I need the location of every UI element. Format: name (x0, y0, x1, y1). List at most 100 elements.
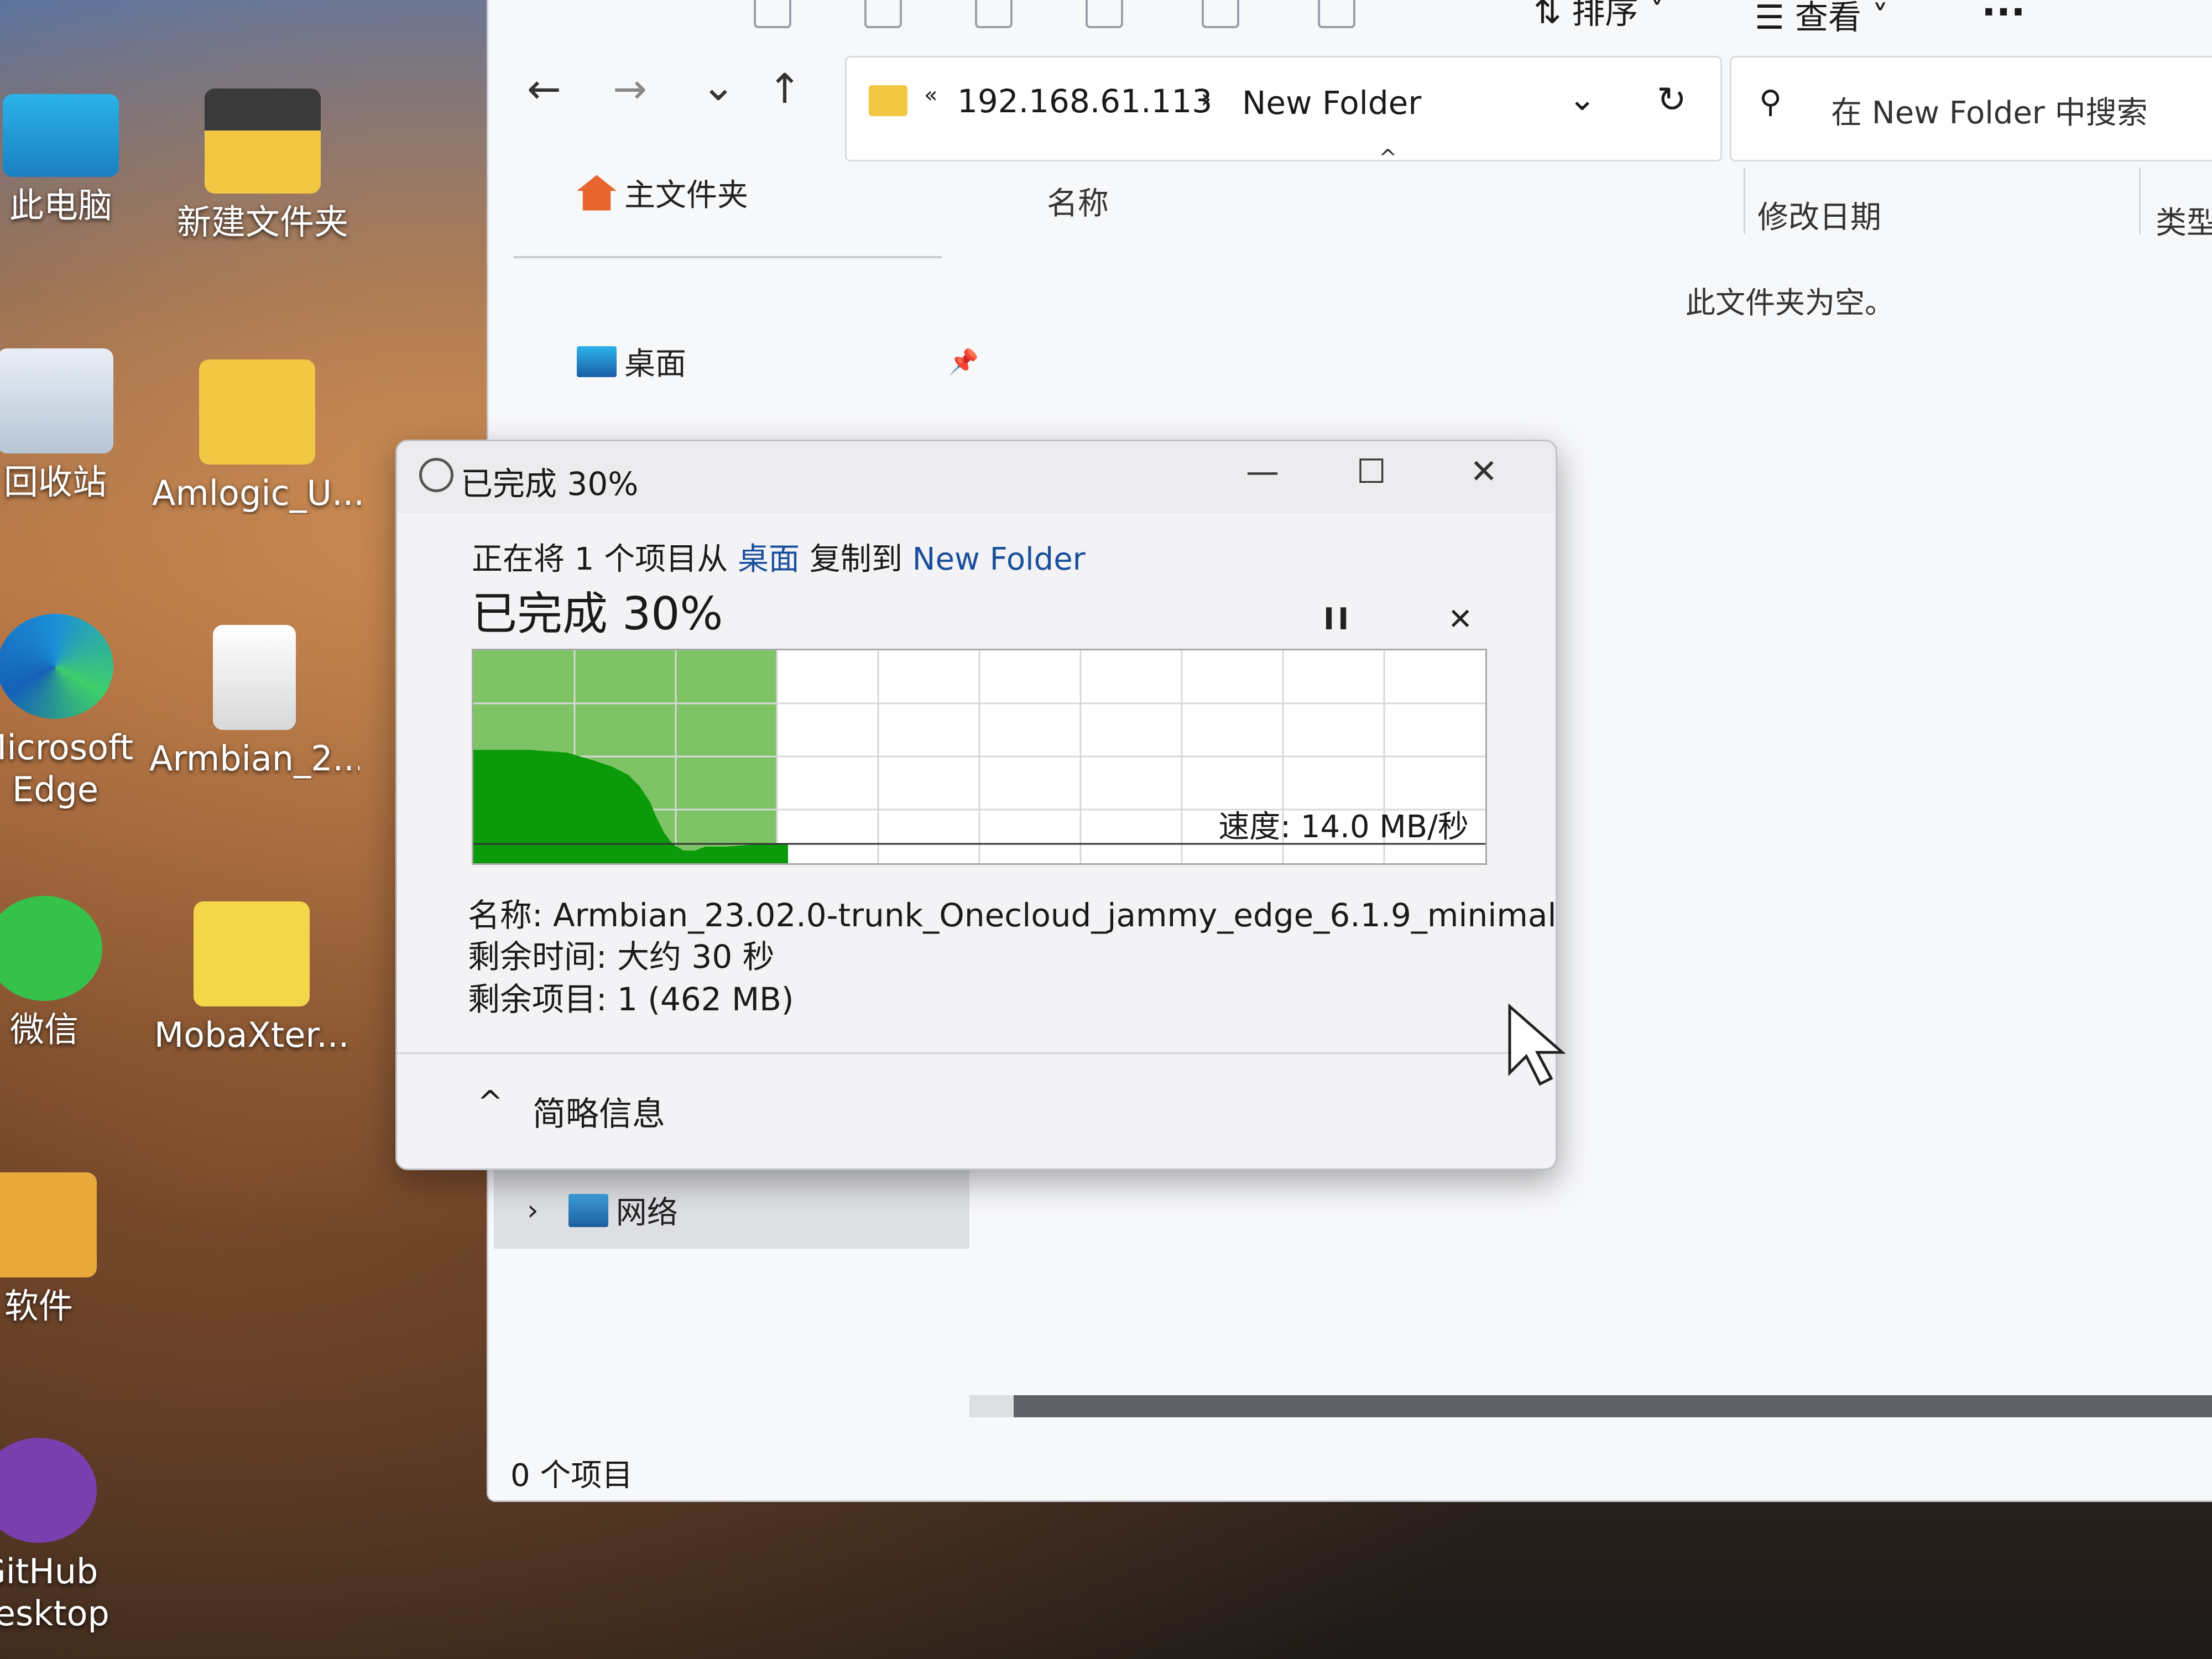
back-arrow-icon[interactable]: ← (527, 65, 561, 113)
desktop-icon-mobaxterm[interactable]: MobaXter... (147, 901, 357, 1056)
copy-middle: 复制到 (809, 541, 902, 577)
sort-caret-icon: ^ (1379, 145, 1397, 171)
sidebar-item-label: 桌面 (624, 346, 686, 382)
column-divider[interactable] (2139, 168, 2141, 234)
horizontal-scrollbar-thumb[interactable] (1014, 1395, 2212, 1417)
hidden-path-marker[interactable]: « (924, 82, 937, 108)
desktop-icon-amlogic[interactable]: Amlogic_U... (152, 359, 362, 514)
paste-icon[interactable] (975, 0, 1013, 28)
time-remaining-line: 剩余时间: 大约 30 秒 (468, 938, 775, 975)
desktop-icon-github[interactable]: GitHub Desktop (0, 1438, 144, 1635)
desktop-icon-label: Armbian_2... (149, 738, 359, 779)
sidebar-item-label: 网络 (615, 1195, 678, 1231)
dialog-title: 已完成 30% (461, 465, 639, 503)
desktop-icon-recycle-bin[interactable]: 回收站 (0, 348, 160, 503)
source-link[interactable]: 桌面 (738, 541, 800, 577)
copy-progress-dialog: 已完成 30% — ☐ ✕ 正在将 1 个项目从 桌面 复制到 New Fold… (395, 440, 1557, 1170)
monitor-icon (3, 94, 119, 177)
folder-icon (205, 88, 321, 194)
disc-image-icon (213, 625, 296, 730)
desktop-icon-label: 软件 (4, 1286, 73, 1326)
mouse-cursor-icon (1508, 1004, 1566, 1086)
rename-icon[interactable] (1086, 0, 1123, 28)
desktop-icon-label: Amlogic_U... (152, 473, 362, 513)
desktop-icon-label: 微信 (9, 1009, 79, 1050)
dialog-footer: ^ 简略信息 (397, 1052, 1556, 1168)
expand-chevron-icon[interactable]: › (527, 1194, 539, 1227)
dialog-titlebar[interactable]: 已完成 30% — ☐ ✕ (397, 441, 1556, 513)
copy-description: 正在将 1 个项目从 桌面 复制到 New Folder (472, 534, 1086, 579)
maximize-icon[interactable]: ☐ (1357, 452, 1386, 491)
items-remaining-line: 剩余项目: 1 (462 MB) (468, 980, 794, 1018)
desktop-icon-label: 新建文件夹 (176, 202, 348, 242)
search-placeholder: 在 New Folder 中搜索 (1831, 95, 2148, 131)
pause-icon[interactable]: II (1323, 602, 1352, 637)
progress-percent: 已完成 30% (472, 588, 723, 640)
chevron-up-icon[interactable]: ^ (477, 1084, 503, 1120)
desktop-icon-wechat[interactable]: 微信 (0, 896, 149, 1051)
desktop-icon-label: 此电脑 (9, 185, 112, 226)
clock-icon (419, 458, 453, 492)
breadcrumb-folder[interactable]: New Folder (1242, 84, 1421, 122)
minimize-icon[interactable]: — (1246, 452, 1279, 491)
speed-label: 速度: 14.0 MB/秒 (1218, 809, 1469, 845)
sidebar-item-home[interactable]: 主文件夹 (577, 170, 748, 215)
desktop-icon-label: GitHub Desktop (0, 1551, 109, 1634)
fewer-details-toggle[interactable]: 简略信息 (533, 1087, 665, 1135)
search-icon: ⚲ (1759, 84, 1782, 120)
address-bar[interactable]: « 192.168.61.113 › New Folder ⌄ ↻ (845, 56, 1722, 161)
cancel-copy-icon[interactable]: ✕ (1448, 602, 1473, 637)
search-box[interactable]: ⚲ 在 New Folder 中搜索 (1730, 56, 2212, 161)
view-label: 查看 (1794, 0, 1861, 37)
view-button[interactable]: ☰ 查看 ˅ (1755, 0, 1888, 39)
desktop-icon-this-pc[interactable]: 此电脑 (0, 83, 166, 227)
breadcrumb-chevron-icon[interactable]: › (1201, 82, 1212, 114)
desktop-icon-armbian[interactable]: Armbian_2... (149, 625, 359, 780)
recent-chevron-icon[interactable]: ⌄ (701, 62, 735, 110)
column-header-name[interactable]: 名称 (1047, 179, 1109, 223)
sidebar-item-network[interactable]: › 网络 (527, 1188, 678, 1233)
copy-icon[interactable] (864, 0, 902, 28)
recycle-bin-icon (0, 348, 113, 453)
address-history-chevron-icon[interactable]: ⌄ (1568, 80, 1596, 118)
desktop-icon-new-folder[interactable]: 新建文件夹 (158, 88, 368, 243)
folder-icon (194, 901, 310, 1006)
file-name-line: 名称: Armbian_23.02.0-trunk_Onecloud_jammy… (468, 896, 1557, 934)
desktop-icon-edge[interactable]: Microsoft Edge (0, 614, 160, 811)
sidebar-item-label: 主文件夹 (624, 178, 748, 213)
forward-arrow-icon[interactable]: → (613, 65, 647, 113)
github-icon (0, 1438, 97, 1543)
transfer-speed-graph: 速度: 14.0 MB/秒 (472, 649, 1487, 865)
column-header-modified[interactable]: 修改日期 (1757, 192, 1881, 237)
sort-label: 排序 (1572, 0, 1639, 32)
folder-icon (0, 1172, 97, 1277)
desktop-icon-software[interactable]: 软件 (0, 1172, 144, 1327)
horizontal-scrollbar-track[interactable] (969, 1395, 2212, 1417)
destination-link[interactable]: New Folder (912, 541, 1086, 577)
folder-icon (869, 85, 907, 116)
cut-icon[interactable] (754, 0, 791, 28)
network-icon (568, 1193, 608, 1227)
speed-history-area (473, 750, 788, 863)
refresh-icon[interactable]: ↻ (1657, 80, 1687, 121)
pin-icon[interactable]: 📌 (948, 347, 979, 376)
desktop-icon (577, 346, 617, 377)
desktop-icon-label: Microsoft Edge (0, 727, 134, 810)
copy-prefix: 正在将 1 个项目从 (472, 541, 728, 577)
sort-button[interactable]: ⇅ 排序 ˅ (1533, 0, 1665, 33)
column-divider[interactable] (1744, 168, 1745, 234)
more-options-button[interactable]: ... (1981, 0, 2026, 25)
sidebar-item-network-row[interactable]: › 网络 (494, 1166, 969, 1249)
desktop-icon-label: MobaXter... (154, 1015, 349, 1055)
edge-icon (0, 614, 113, 719)
close-icon[interactable]: ✕ (1470, 452, 1498, 491)
sidebar-item-desktop[interactable]: 桌面 📌 (577, 339, 979, 384)
share-icon[interactable] (1202, 0, 1239, 28)
folder-icon (199, 359, 315, 465)
up-arrow-icon[interactable]: ↑ (768, 65, 802, 113)
wechat-icon (0, 896, 102, 1001)
sidebar-divider (513, 256, 942, 258)
column-header-type[interactable]: 类型 (2156, 198, 2212, 243)
breadcrumb-host[interactable]: 192.168.61.113 (957, 82, 1212, 120)
delete-icon[interactable] (1318, 0, 1355, 28)
